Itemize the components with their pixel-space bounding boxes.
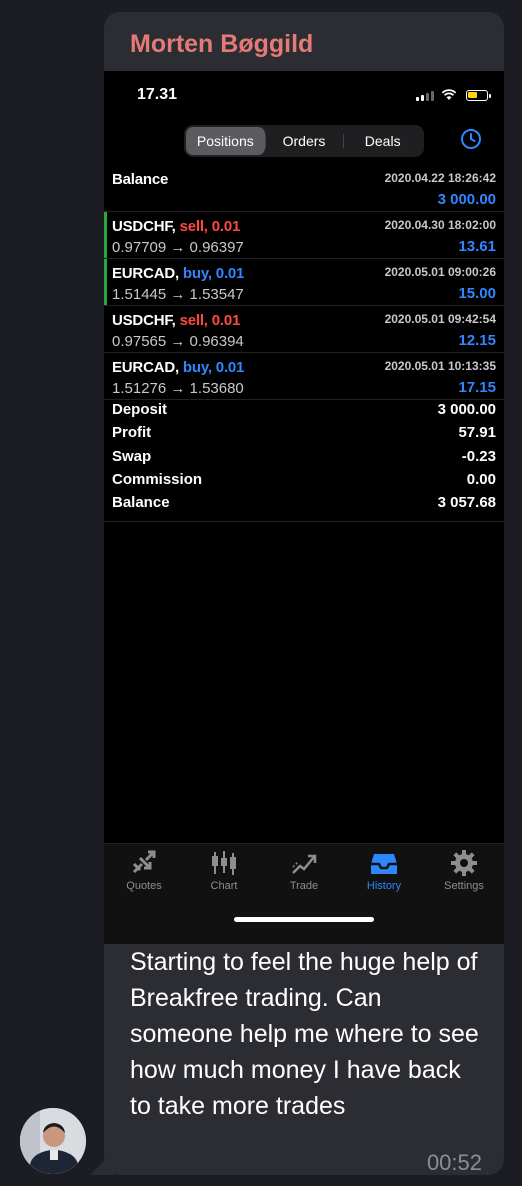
avatar[interactable]: [20, 1108, 86, 1174]
quotes-icon: [132, 850, 156, 874]
summary-row-profit: Profit 57.91: [112, 424, 496, 442]
trade-prices: 0.97709 → 0.96397: [112, 239, 244, 256]
trade-prices: 0.97565 → 0.96394: [112, 333, 244, 350]
signal-icon: [416, 91, 434, 101]
segment-positions[interactable]: Positions: [186, 127, 265, 155]
trade-row[interactable]: EURCAD, buy, 0.01 2020.05.01 09:00:26 1.…: [104, 259, 504, 306]
summary-block: Deposit 3 000.00 Profit 57.91 Swap -0.23 Co…: [104, 399, 504, 523]
trade-side: buy, 0.01: [182, 359, 245, 376]
trade-profit: 17.15: [458, 379, 496, 396]
tab-settings[interactable]: Settings: [424, 850, 504, 892]
wifi-icon: [441, 89, 457, 100]
trade-date: 2020.05.01 09:42:54: [384, 312, 496, 326]
status-time: 17.31: [137, 86, 178, 103]
sender-name[interactable]: Morten Bøggild: [130, 30, 313, 59]
segment-orders[interactable]: Orders: [264, 127, 344, 155]
trade-date: 2020.05.01 09:00:26: [384, 265, 496, 279]
inbox-icon: [371, 854, 397, 874]
summary-row-deposit: Deposit 3 000.00: [112, 401, 496, 418]
trade-profit: 13.61: [458, 238, 496, 255]
tab-history[interactable]: History: [344, 850, 424, 892]
bubble-tail: [90, 1150, 114, 1175]
trade-date: 2020.04.30 18:02:00: [384, 218, 496, 232]
trade-prices: 1.51276 → 1.53680: [112, 380, 244, 397]
trade-icon: [292, 854, 317, 874]
trade-profit: 15.00: [458, 285, 496, 302]
trade-row[interactable]: EURCAD, buy, 0.01 2020.05.01 10:13:35 1.…: [104, 353, 504, 400]
trade-side: buy, 0.01: [182, 265, 245, 282]
summary-row-swap: Swap -0.23: [112, 447, 496, 465]
trade-symbol: USDCHF, sell, 0.01: [112, 218, 241, 235]
balance-row[interactable]: Balance 2020.04.22 18:26:42 3 000.00: [104, 165, 504, 212]
summary-row-balance: Balance 3 057.68: [112, 494, 496, 512]
trade-row[interactable]: USDCHF, sell, 0.01 2020.04.30 18:02:00 0…: [104, 212, 504, 259]
tab-trade[interactable]: Trade: [264, 850, 344, 892]
battery-icon: [466, 90, 491, 101]
trade-symbol: EURCAD, buy, 0.01: [112, 265, 245, 282]
tab-quotes[interactable]: Quotes: [104, 850, 184, 892]
balance-date: 2020.04.22 18:26:42: [384, 171, 496, 185]
segmented-control: Positions Orders Deals: [184, 125, 424, 157]
trade-side: sell, 0.01: [179, 312, 241, 329]
tab-bar: Quotes Chart Trade History Settings: [104, 843, 504, 944]
trade-symbol: USDCHF, sell, 0.01: [112, 312, 241, 329]
segment-deals[interactable]: Deals: [343, 127, 422, 155]
balance-amount: 3 000.00: [437, 191, 496, 208]
attached-screenshot[interactable]: 17.31 Positions Orders Deals Balance 202…: [104, 71, 504, 944]
balance-label: Balance: [112, 171, 169, 188]
trade-prices: 1.51445 → 1.53547: [112, 286, 244, 303]
trade-date: 2020.05.01 10:13:35: [384, 359, 496, 373]
history-list: Balance 2020.04.22 18:26:42 3 000.00 USD…: [104, 165, 504, 400]
trade-row[interactable]: USDCHF, sell, 0.01 2020.05.01 09:42:54 0…: [104, 306, 504, 353]
candlestick-icon: [212, 851, 236, 875]
clock-icon[interactable]: [460, 128, 482, 150]
trade-symbol: EURCAD, buy, 0.01: [112, 359, 245, 376]
trade-side: sell, 0.01: [179, 218, 241, 235]
trade-open-marker: [104, 212, 107, 258]
trade-profit: 12.15: [458, 332, 496, 349]
gear-icon: [451, 850, 477, 876]
message-bubble: Morten Bøggild 17.31 Positions Orders De…: [104, 12, 504, 1175]
message-time: 00:52: [426, 1150, 482, 1175]
tab-chart[interactable]: Chart: [184, 850, 264, 892]
summary-row-commission: Commission 0.00: [112, 470, 496, 488]
home-indicator: [234, 917, 374, 922]
trade-open-marker: [104, 259, 107, 305]
phone-status-bar: 17.31: [104, 71, 504, 117]
message-text: Starting to feel the huge help of Breakf…: [130, 948, 479, 1120]
